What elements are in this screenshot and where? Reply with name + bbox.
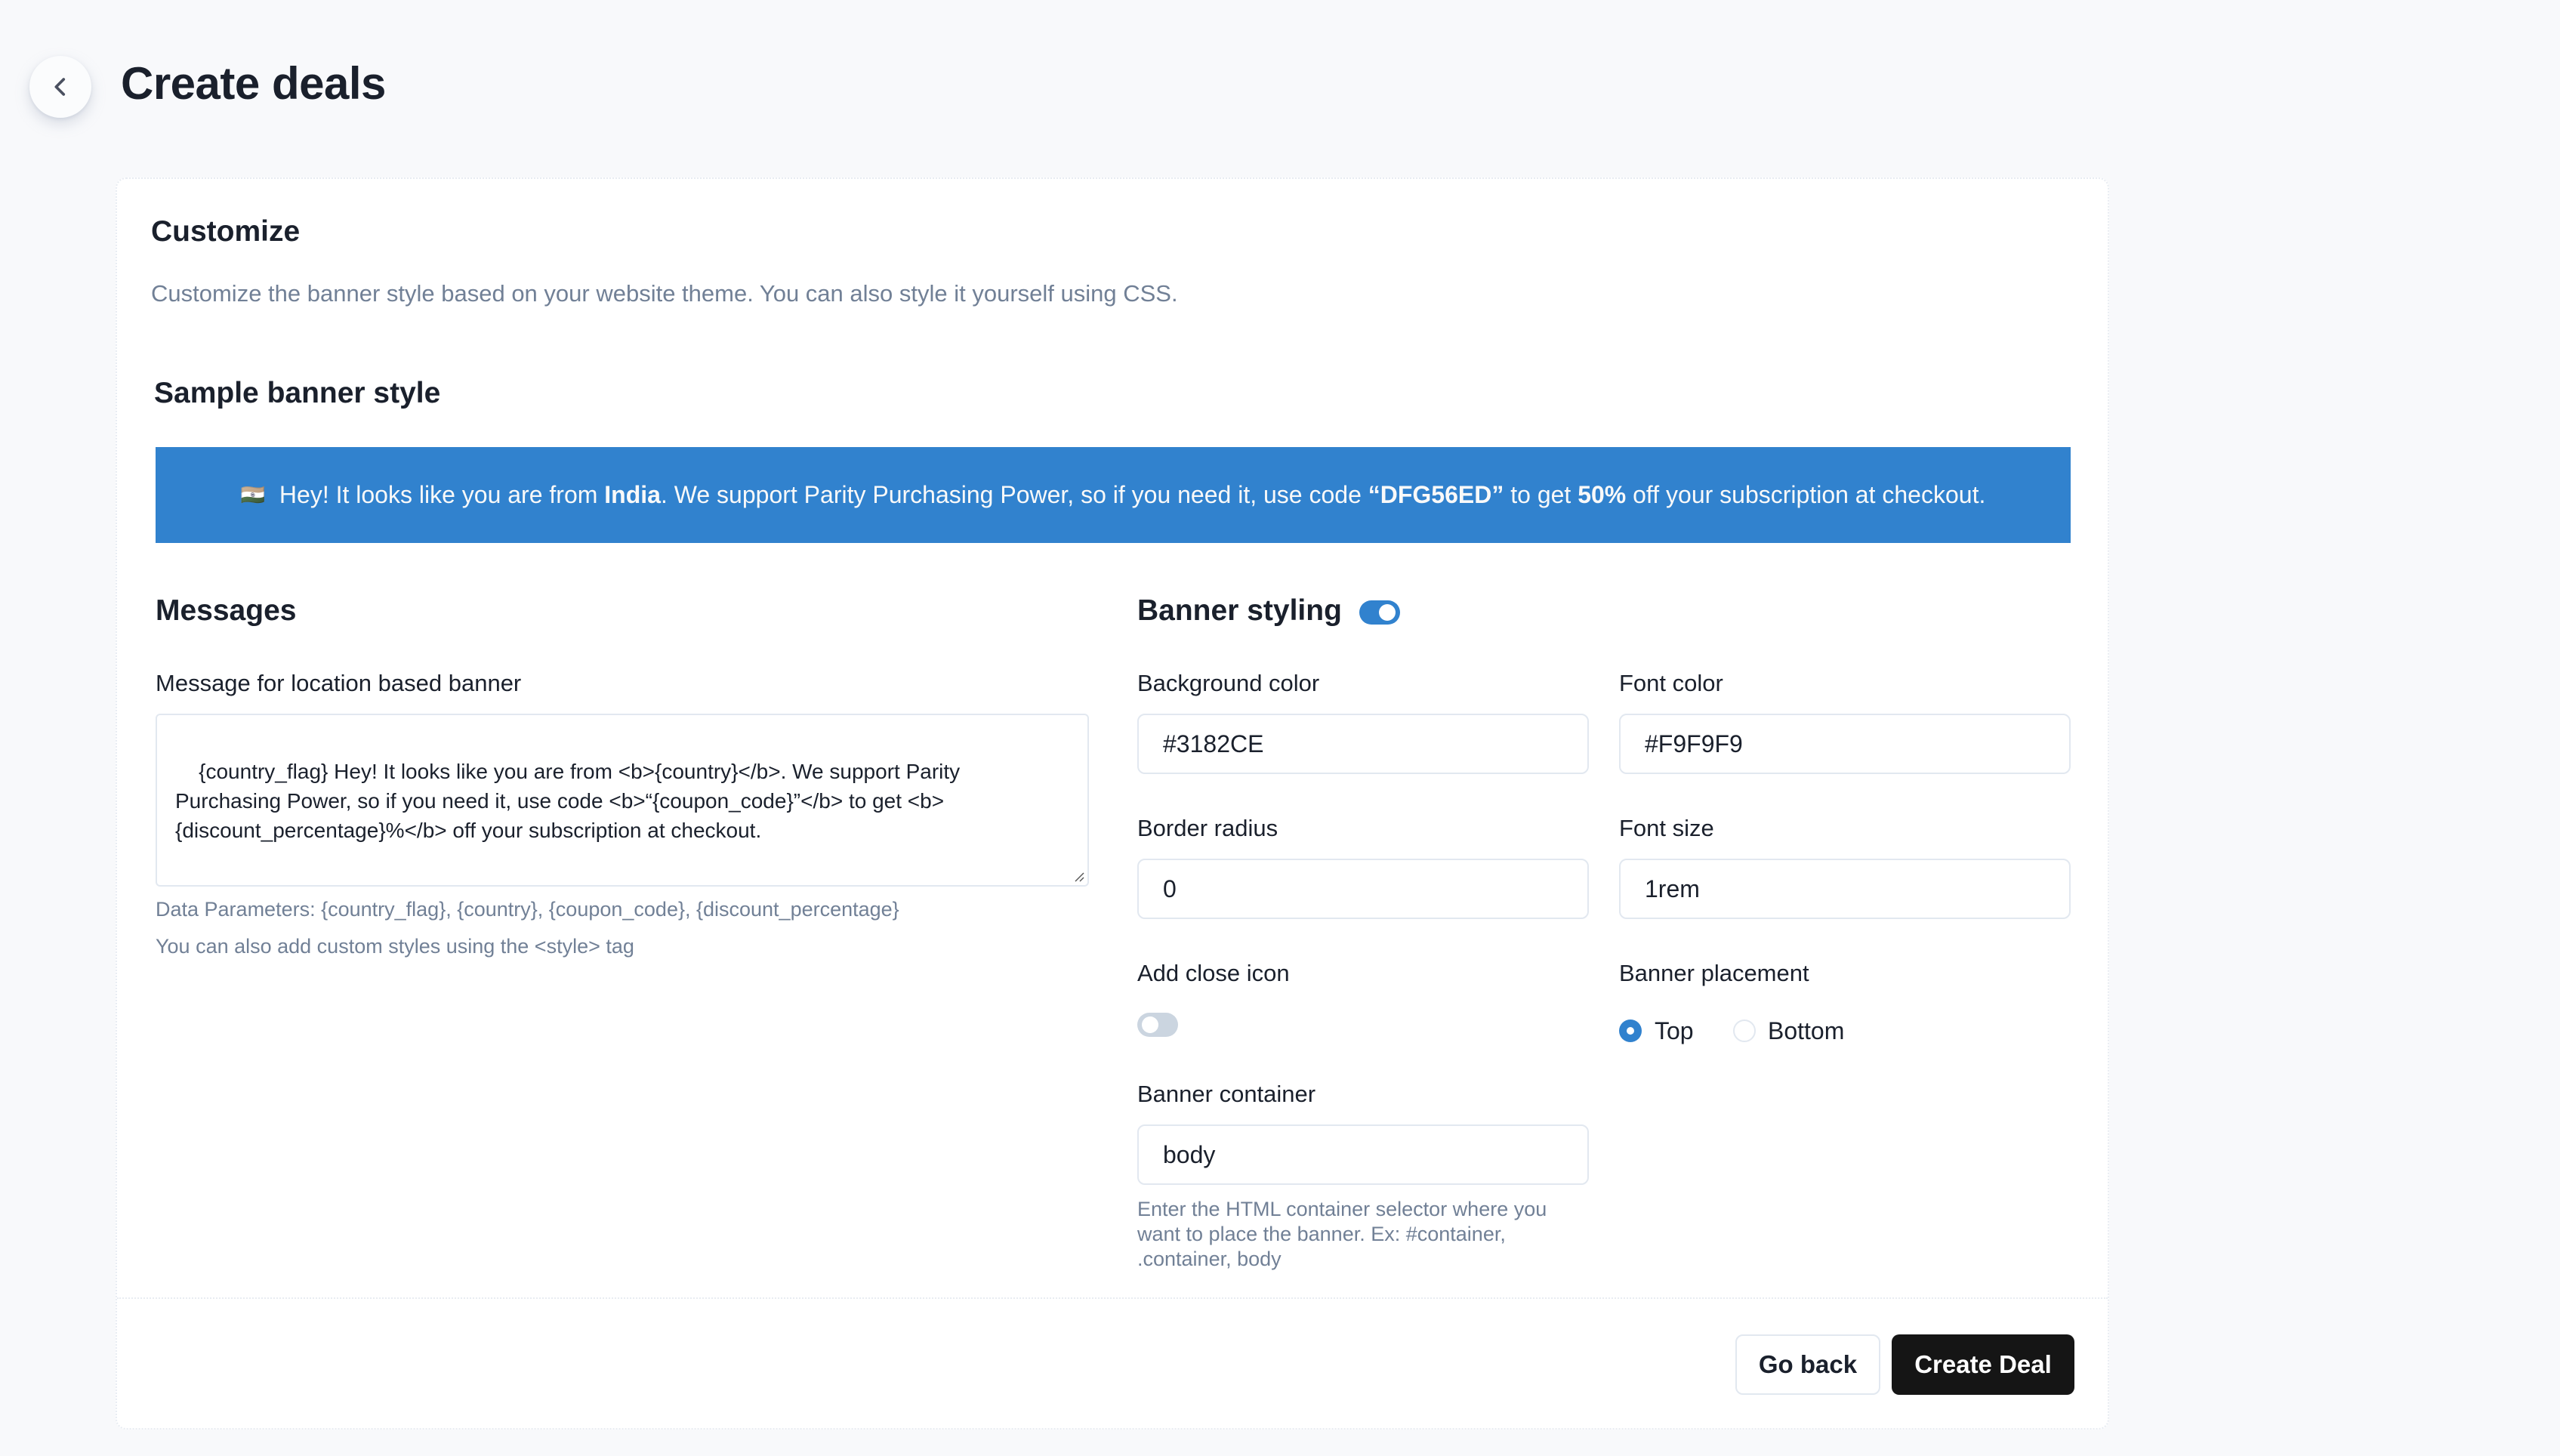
placement-radio-bottom[interactable] — [1733, 1020, 1756, 1042]
messages-heading: Messages — [156, 594, 297, 627]
message-label: Message for location based banner — [156, 670, 522, 696]
data-parameters-hint: Data Parameters: {country_flag}, {countr… — [156, 898, 899, 921]
banner-styling-toggle[interactable] — [1359, 600, 1400, 625]
go-back-button[interactable]: Go back — [1735, 1334, 1880, 1395]
back-button[interactable] — [29, 56, 91, 118]
page-title: Create deals — [121, 58, 386, 109]
sample-banner-preview: 🇮🇳 Hey! It looks like you are from India… — [156, 447, 2071, 543]
font-color-label: Font color — [1619, 670, 1723, 696]
banner-styling-heading: Banner styling — [1137, 594, 1342, 627]
font-size-label: Font size — [1619, 815, 1714, 841]
message-textarea-value: {country_flag} Hey! It looks like you ar… — [175, 760, 966, 842]
banner-country: India — [604, 481, 661, 508]
banner-placement-label: Banner placement — [1619, 960, 1809, 986]
placement-radio-top[interactable] — [1619, 1020, 1642, 1042]
chevron-left-icon — [54, 78, 66, 96]
create-deal-button[interactable]: Create Deal — [1892, 1334, 2074, 1395]
customize-heading: Customize — [151, 215, 301, 248]
background-color-label: Background color — [1137, 670, 1320, 696]
india-flag-icon: 🇮🇳 — [240, 483, 266, 506]
customize-description: Customize the banner style based on your… — [151, 280, 1178, 307]
placement-bottom-label[interactable]: Bottom — [1768, 1017, 1844, 1045]
toggle-knob — [1379, 604, 1396, 621]
message-textarea[interactable]: {country_flag} Hey! It looks like you ar… — [156, 714, 1089, 887]
banner-text-4: off your subscription at checkout. — [1626, 481, 1986, 508]
close-icon-toggle[interactable] — [1137, 1013, 1178, 1037]
banner-discount: 50% — [1578, 481, 1627, 508]
footer-divider — [117, 1297, 2108, 1299]
placement-top-label[interactable]: Top — [1655, 1017, 1694, 1045]
font-color-input[interactable]: #F9F9F9 — [1619, 714, 2071, 774]
background-color-input[interactable]: #3182CE — [1137, 714, 1589, 774]
border-radius-input[interactable]: 0 — [1137, 859, 1589, 919]
banner-container-label: Banner container — [1137, 1081, 1316, 1107]
close-icon-label: Add close icon — [1137, 960, 1290, 986]
sample-banner-heading: Sample banner style — [154, 377, 441, 409]
resize-handle-icon[interactable] — [1072, 870, 1084, 882]
banner-container-input[interactable]: body — [1137, 1124, 1589, 1185]
font-size-input[interactable]: 1rem — [1619, 859, 2071, 919]
custom-styles-hint: You can also add custom styles using the… — [156, 935, 634, 958]
border-radius-label: Border radius — [1137, 815, 1278, 841]
banner-container-hint: Enter the HTML container selector where … — [1137, 1198, 1547, 1270]
banner-text-2: . We support Parity Purchasing Power, so… — [660, 481, 1368, 508]
toggle-knob — [1142, 1016, 1158, 1033]
banner-text-3: to get — [1504, 481, 1578, 508]
banner-text-1: Hey! It looks like you are from — [273, 481, 605, 508]
banner-coupon-code: “DFG56ED” — [1368, 481, 1504, 508]
create-deal-card: Customize Customize the banner style bas… — [116, 177, 2109, 1430]
